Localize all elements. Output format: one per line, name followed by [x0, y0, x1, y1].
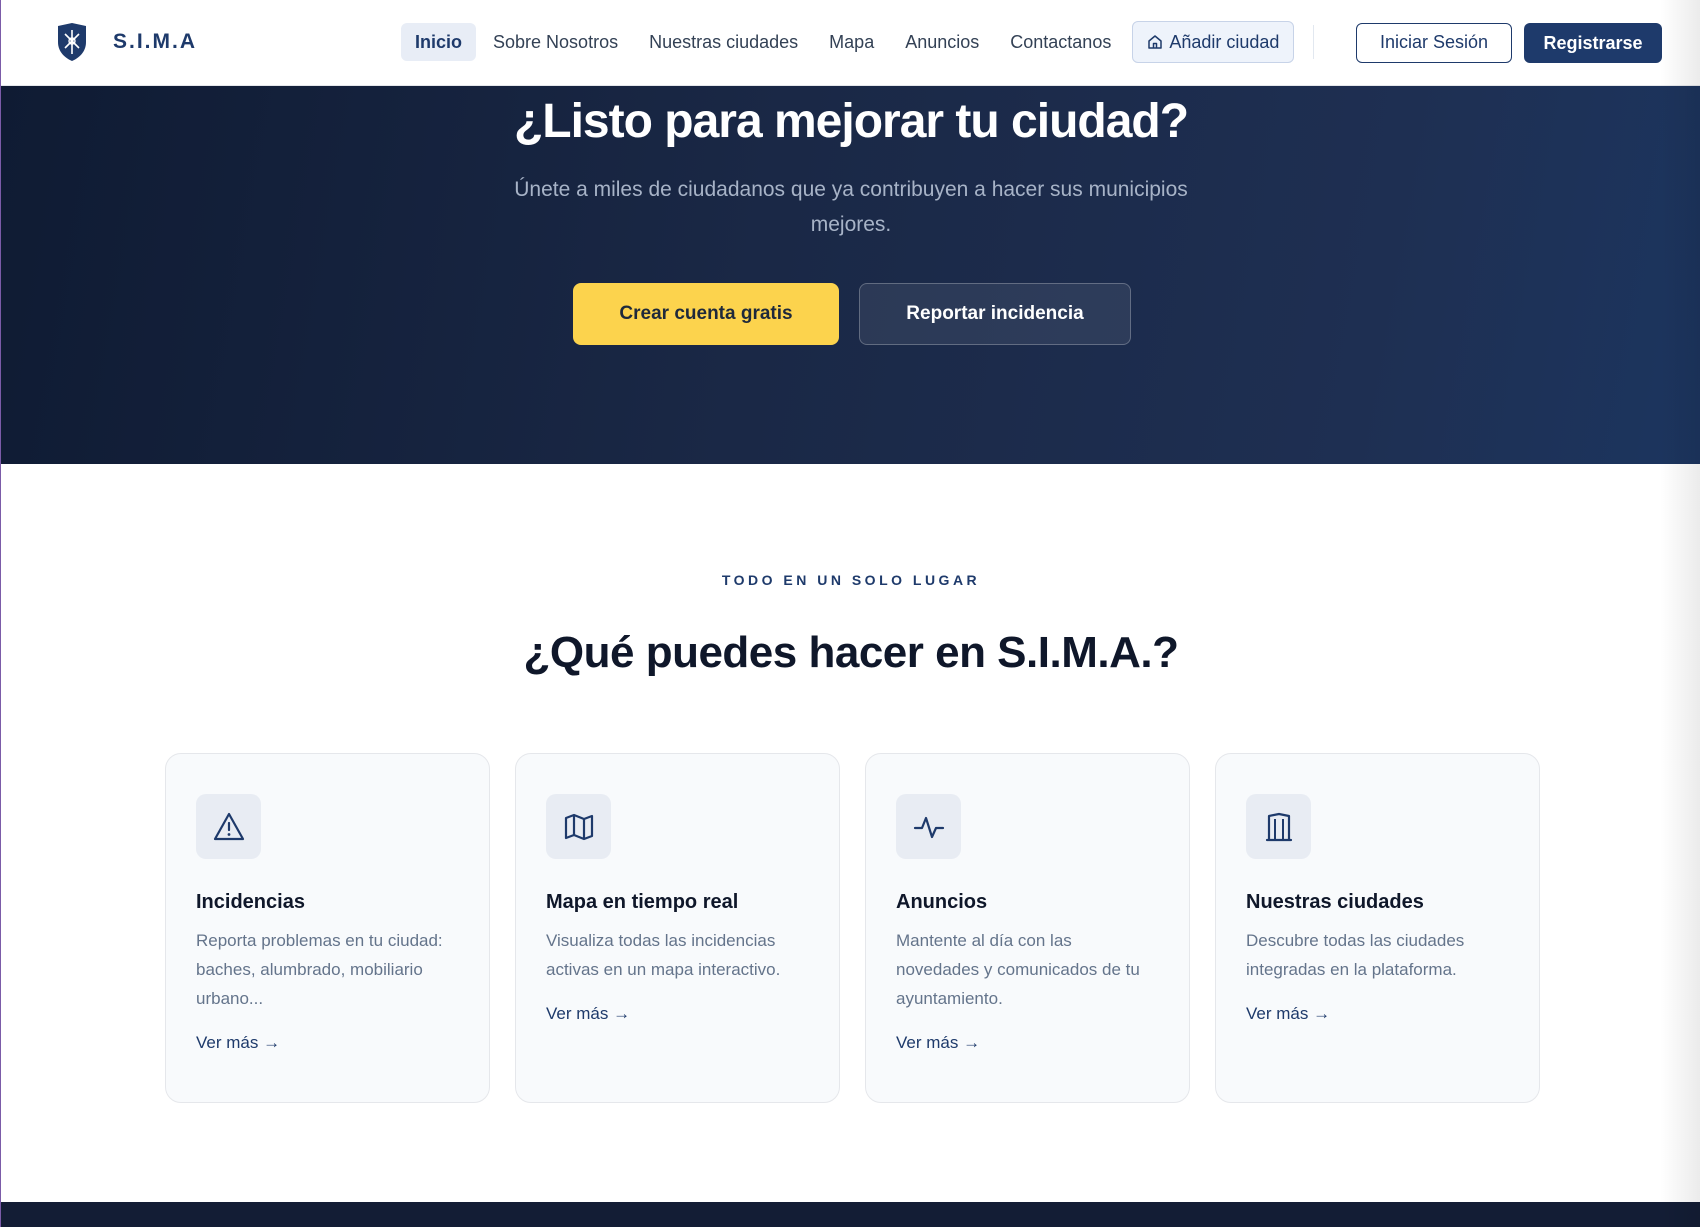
- main-nav: Inicio Sobre Nosotros Nuestras ciudades …: [401, 21, 1330, 63]
- nav-link-mapa[interactable]: Mapa: [815, 23, 888, 61]
- login-button[interactable]: Iniciar Sesión: [1356, 23, 1512, 63]
- warning-icon: [213, 812, 244, 840]
- card-icon-box: [1246, 794, 1311, 859]
- card-title: Anuncios: [896, 891, 988, 913]
- features-title: ¿Qué puedes hacer en S.I.M.A.?: [523, 628, 1179, 677]
- card-description: Visualiza todas las incidencias activas …: [546, 931, 781, 979]
- feature-card-mapa: Mapa en tiempo real Visualiza todas las …: [515, 753, 840, 1103]
- home-icon: [1148, 35, 1163, 49]
- cta-hero: ¿Listo para mejorar tu ciudad? Únete a m…: [1, 86, 1700, 464]
- features-eyebrow: TODO EN UN SOLO LUGAR: [721, 572, 981, 588]
- hero-subtitle: Únete a miles de ciudadanos que ya contr…: [514, 178, 1188, 236]
- add-city-button[interactable]: Añadir ciudad: [1132, 21, 1295, 63]
- nav-link-contactanos[interactable]: Contactanos: [996, 23, 1125, 61]
- nav-link-nuestras-ciudades[interactable]: Nuestras ciudades: [635, 23, 812, 61]
- card-more-link[interactable]: Ver más →: [546, 1004, 809, 1024]
- card-icon-box: [896, 794, 961, 859]
- features-grid: Incidencias Reporta problemas en tu ciud…: [165, 753, 1540, 1103]
- feature-card-ciudades: Nuestras ciudades Descubre todas las ciu…: [1215, 753, 1540, 1103]
- report-incident-button[interactable]: Reportar incidencia: [859, 283, 1131, 345]
- card-description: Mantente al día con las novedades y comu…: [896, 931, 1140, 1008]
- nav-link-inicio[interactable]: Inicio: [401, 23, 477, 61]
- card-title: Nuestras ciudades: [1246, 891, 1424, 913]
- nav-link-sobre-nosotros[interactable]: Sobre Nosotros: [479, 23, 632, 61]
- card-title: Incidencias: [196, 891, 305, 913]
- card-icon-box: [196, 794, 261, 859]
- page: S.I.M.A Inicio Sobre Nosotros Nuestras c…: [0, 0, 1700, 1227]
- card-description: Reporta problemas en tu ciudad: baches, …: [196, 931, 443, 1008]
- nav-link-anuncios[interactable]: Anuncios: [891, 23, 993, 61]
- shield-logo-icon: [58, 23, 86, 61]
- register-button[interactable]: Registrarse: [1524, 23, 1662, 63]
- feature-card-anuncios: Anuncios Mantente al día con las novedad…: [865, 753, 1190, 1103]
- card-more-link[interactable]: Ver más →: [896, 1033, 1159, 1053]
- map-icon: [564, 813, 593, 840]
- card-title: Mapa en tiempo real: [546, 891, 739, 913]
- create-account-button[interactable]: Crear cuenta gratis: [573, 283, 839, 345]
- card-description: Descubre todas las ciudades integradas e…: [1246, 931, 1465, 979]
- add-city-label: Añadir ciudad: [1169, 32, 1280, 52]
- navbar: S.I.M.A Inicio Sobre Nosotros Nuestras c…: [1, 0, 1700, 86]
- card-more-link[interactable]: Ver más →: [1246, 1004, 1509, 1024]
- nav-divider: [1313, 25, 1315, 59]
- card-more-link[interactable]: Ver más →: [196, 1033, 459, 1053]
- hero-title: ¿Listo para mejorar tu ciudad?: [513, 95, 1189, 148]
- footer-section-edge: [1, 1202, 1700, 1227]
- brand-name: S.I.M.A: [113, 30, 198, 53]
- card-icon-box: [546, 794, 611, 859]
- activity-icon: [913, 816, 944, 838]
- building-icon: [1265, 812, 1292, 841]
- feature-card-incidencias: Incidencias Reporta problemas en tu ciud…: [165, 753, 490, 1103]
- brand[interactable]: S.I.M.A: [55, 22, 197, 62]
